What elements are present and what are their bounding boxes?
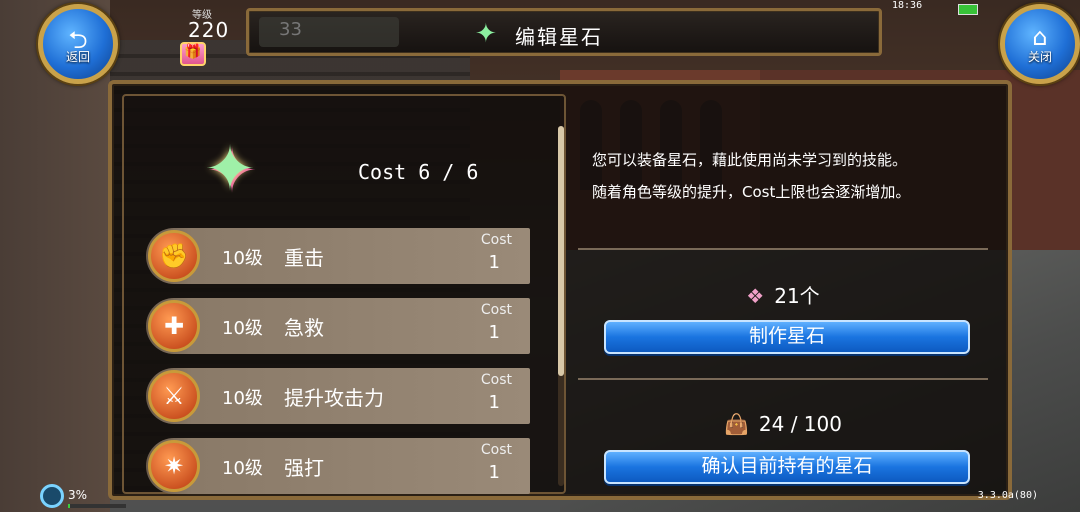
- loading-icon: [40, 484, 64, 508]
- version-label: 3.3.0a(80): [977, 490, 1038, 501]
- system-clock: 18:36: [892, 0, 923, 11]
- bag-icon: 👜: [724, 412, 749, 436]
- skill-level: 10级: [222, 248, 263, 269]
- bag-stock-row: 👜 24 / 100: [578, 412, 988, 436]
- skill-name: 提升攻击力: [284, 386, 384, 410]
- skill-cost-value: 1: [488, 462, 500, 483]
- skill-row[interactable]: ✚ 10级 急救 Cost 1: [146, 298, 530, 354]
- star-shard-icon: ❖: [746, 284, 765, 308]
- description-line: 您可以装备星石，藉此使用尚未学习到的技能。: [592, 151, 908, 169]
- first-aid-icon: ✚: [148, 300, 200, 352]
- divider: [578, 248, 988, 250]
- skill-cost-value: 1: [488, 252, 500, 273]
- skill-cost-label: Cost: [480, 372, 512, 388]
- power-strike-icon: ✷: [148, 440, 200, 492]
- skill-name: 强打: [284, 456, 324, 480]
- skill-cost-value: 1: [488, 322, 500, 343]
- skill-level: 10级: [222, 388, 263, 409]
- skill-name: 重击: [284, 246, 324, 270]
- star-stock-count: 21个: [774, 284, 820, 308]
- star-stock-row: ❖ 21个: [578, 280, 988, 309]
- star-gem-icon: ✦: [475, 19, 497, 49]
- bag-stock-count: 24 / 100: [758, 412, 842, 436]
- skill-row[interactable]: ✷ 10级 强打 Cost 1: [146, 438, 530, 494]
- skill-name: 急救: [284, 316, 324, 340]
- back-label: 返回: [65, 50, 90, 64]
- star-gem-icon: ✦: [204, 132, 256, 205]
- skill-level: 10级: [222, 458, 263, 479]
- player-level: 等级 220 🎁: [170, 2, 240, 72]
- divider: [578, 378, 988, 380]
- home-icon: ⌂: [1032, 23, 1048, 51]
- progress-bar-fill: [68, 504, 70, 508]
- title-bar: 33 ✦ 编辑星石: [246, 8, 882, 56]
- description: 您可以装备星石，藉此使用尚未学习到的技能。 随着角色等级的提升，Cost上限也会…: [592, 144, 910, 208]
- skill-list-scrollbar[interactable]: [558, 126, 564, 486]
- skill-row[interactable]: ✊ 10级 重击 Cost 1: [146, 228, 530, 284]
- progress-percent: 3%: [68, 488, 88, 502]
- battery-icon: [958, 4, 978, 15]
- star-stone-info-pane: 您可以装备星石，藉此使用尚未学习到的技能。 随着角色等级的提升，Cost上限也会…: [578, 94, 1004, 494]
- skill-row[interactable]: ⚔ 10级 提升攻击力 Cost 1: [146, 368, 530, 424]
- progress-bar: [68, 504, 126, 508]
- hidden-status-number: 33: [279, 19, 302, 40]
- page-title: 编辑星石: [515, 25, 603, 49]
- level-value: 220: [188, 18, 230, 42]
- skill-cost-value: 1: [488, 392, 500, 413]
- close-label: 关闭: [1027, 50, 1052, 64]
- close-button[interactable]: ⌂ 关闭: [1000, 4, 1080, 84]
- back-button[interactable]: ⮌ 返回: [38, 4, 118, 84]
- scrollbar-thumb[interactable]: [558, 126, 564, 376]
- skill-cost-label: Cost: [480, 442, 512, 458]
- gift-icon[interactable]: 🎁: [180, 42, 206, 66]
- edit-star-stone-panel: ✦ Cost 6 / 6 ✊ 10级 重击 Cost 1 ✚ 10级 急救 Co…: [108, 80, 1012, 500]
- confirm-owned-star-stones-button[interactable]: 确认目前持有的星石: [604, 450, 970, 484]
- skill-cost-label: Cost: [480, 232, 512, 248]
- craft-star-stone-button[interactable]: 制作星石: [604, 320, 970, 354]
- skill-level: 10级: [222, 318, 263, 339]
- heavy-strike-icon: ✊: [148, 230, 200, 282]
- skill-list-pane: ✦ Cost 6 / 6 ✊ 10级 重击 Cost 1 ✚ 10级 急救 Co…: [122, 94, 566, 494]
- cost-total: Cost 6 / 6: [358, 160, 479, 184]
- description-line: 随着角色等级的提升，Cost上限也会逐渐增加。: [592, 183, 911, 201]
- attack-up-icon: ⚔: [148, 370, 200, 422]
- skill-cost-label: Cost: [480, 302, 512, 318]
